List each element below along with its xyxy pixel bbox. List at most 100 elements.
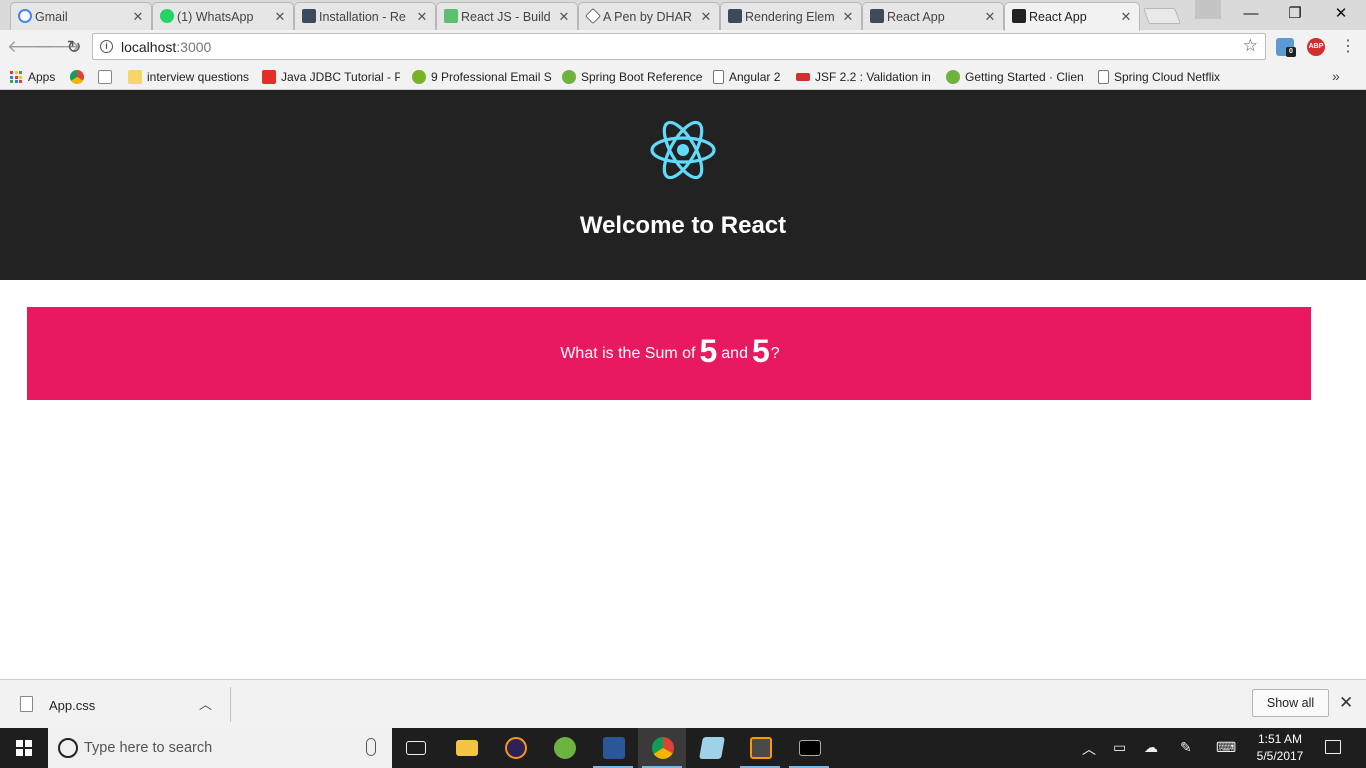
adblock-plus-icon[interactable]: ABP: [1307, 38, 1325, 56]
info-icon[interactable]: i: [100, 40, 113, 53]
chrome-icon[interactable]: [638, 728, 686, 768]
cmd-icon[interactable]: [785, 728, 833, 768]
clock[interactable]: 1:51 AM 5/5/2017: [1250, 731, 1310, 765]
back-button[interactable]: 🡐: [7, 36, 53, 58]
close-icon[interactable]: ✕: [1339, 693, 1353, 713]
browser-menu-icon[interactable]: ⋮: [1340, 36, 1356, 58]
bookmark-apps[interactable]: Apps: [10, 68, 55, 86]
gmail-icon: [18, 9, 32, 23]
search-placeholder: Type here to search: [84, 740, 213, 756]
tab-title: React JS - Build: [461, 9, 551, 24]
extension-badge-icon[interactable]: 0: [1276, 38, 1296, 57]
bookmark-jsf-validation[interactable]: JSF 2.2 : Validation in: [796, 68, 936, 86]
start-button[interactable]: [0, 728, 48, 768]
chevron-up-icon[interactable]: ︿: [1082, 739, 1096, 759]
tab-rendering-elements[interactable]: Rendering Elem ✕: [720, 2, 862, 30]
tab-title: A Pen by DHAR: [603, 9, 692, 24]
tab-react-app-active[interactable]: React App ✕: [1004, 2, 1140, 31]
taskbar-search[interactable]: Type here to search: [48, 728, 392, 768]
spring-icon: [562, 70, 576, 84]
bookmark-getting-started[interactable]: Getting Started · Clien: [946, 68, 1086, 86]
url-text: localhost:3000: [121, 39, 212, 55]
question-banner: What is the Sum of 5 and 5 ?: [27, 307, 1311, 400]
bookmark-chrome[interactable]: [70, 68, 89, 86]
question-conjunction: and: [721, 344, 748, 362]
divider: [230, 687, 231, 722]
tab-installation[interactable]: Installation - Re ✕: [294, 2, 436, 30]
battery-icon[interactable]: ▭: [1113, 739, 1126, 756]
tab-title: Installation - Re: [319, 9, 406, 24]
notepad-icon[interactable]: [687, 728, 735, 768]
bookmarks-overflow-icon[interactable]: »: [1332, 68, 1340, 84]
browser-toolbar: 🡐 🡒 ↻ i localhost:3000 ☆ 0 ABP ⋮: [0, 30, 1366, 64]
page-icon: [1098, 70, 1109, 84]
tab-title: (1) WhatsApp: [177, 9, 254, 24]
tab-whatsapp[interactable]: (1) WhatsApp ✕: [152, 2, 294, 30]
keyboard-icon[interactable]: ⌨: [1216, 739, 1236, 756]
close-icon[interactable]: ✕: [983, 9, 997, 25]
react-icon: [870, 9, 884, 23]
chevron-up-icon[interactable]: ︿: [199, 694, 212, 713]
spring-tool-icon[interactable]: [540, 728, 588, 768]
bookmark-professional-email[interactable]: 9 Professional Email S: [412, 68, 552, 86]
bookmark-interview-questions[interactable]: interview questions: [128, 68, 254, 86]
file-icon: [20, 696, 33, 712]
codepen-icon: [585, 8, 601, 24]
bookmark-bolt[interactable]: [98, 68, 117, 86]
whatsapp-icon: [160, 9, 174, 23]
react-logo-icon: [650, 120, 716, 180]
clock-date: 5/5/2017: [1256, 749, 1304, 763]
reload-button[interactable]: ↻: [63, 36, 85, 58]
yoast-icon: [412, 70, 426, 84]
taskbar: Type here to search ︿ ▭ ☁ ✎ ⌨ 1:51 AM 5/…: [0, 728, 1366, 768]
cloud-icon[interactable]: ☁: [1144, 739, 1158, 756]
bookmark-spring-boot[interactable]: Spring Boot Reference: [562, 68, 702, 86]
close-window-button[interactable]: ✕: [1318, 0, 1364, 30]
new-tab-button[interactable]: [1143, 8, 1181, 24]
close-icon[interactable]: ✕: [1119, 9, 1133, 25]
close-icon[interactable]: ✕: [131, 9, 145, 25]
minimize-button[interactable]: —: [1228, 0, 1274, 30]
tab-react-app[interactable]: React App ✕: [862, 2, 1004, 30]
page-icon: [713, 70, 724, 84]
word-icon[interactable]: [589, 728, 637, 768]
pen-icon[interactable]: ✎: [1180, 739, 1192, 756]
restore-button[interactable]: ❐: [1272, 0, 1318, 30]
bookmark-bolt-icon: [98, 70, 112, 84]
sublime-icon[interactable]: [736, 728, 784, 768]
tutorialspoint-icon: [796, 73, 810, 81]
tab-react-js-build[interactable]: React JS - Build ✕: [436, 2, 578, 30]
close-icon[interactable]: ✕: [699, 9, 713, 25]
cortana-icon: [58, 738, 78, 758]
notification-icon[interactable]: [1325, 740, 1341, 754]
forward-button[interactable]: 🡒: [35, 36, 81, 58]
folder-icon: [128, 70, 142, 84]
eclipse-icon[interactable]: [491, 728, 539, 768]
task-view-icon[interactable]: [392, 728, 440, 768]
question-prefix: What is the Sum of: [560, 344, 696, 362]
bookmark-spring-cloud-netflix[interactable]: Spring Cloud Netflix: [1098, 68, 1220, 86]
microphone-icon[interactable]: [366, 738, 376, 756]
chrome-icon: [70, 70, 84, 84]
tab-gmail[interactable]: Gmail ✕: [10, 2, 152, 30]
file-explorer-icon[interactable]: [442, 728, 490, 768]
profile-button[interactable]: [1195, 0, 1221, 19]
bookmark-java-jdbc[interactable]: Java JDBC Tutorial - P: [262, 68, 400, 86]
close-icon[interactable]: ✕: [415, 9, 429, 25]
bookmark-star-icon[interactable]: ☆: [1243, 36, 1258, 56]
question-number-1: 5: [699, 333, 718, 369]
close-icon[interactable]: ✕: [841, 9, 855, 25]
show-all-button[interactable]: Show all: [1252, 689, 1329, 717]
close-icon[interactable]: ✕: [557, 9, 571, 25]
close-icon[interactable]: ✕: [273, 9, 287, 25]
tab-strip: Gmail ✕ (1) WhatsApp ✕ Installation - Re…: [0, 0, 1366, 31]
download-item[interactable]: App.css: [49, 698, 95, 713]
question-suffix: ?: [770, 344, 780, 362]
bookmarks-bar: Apps interview questions Java JDBC Tutor…: [0, 64, 1366, 90]
apps-grid-icon: [10, 71, 22, 83]
bookmark-angular-2[interactable]: Angular 2: [713, 68, 780, 86]
tab-codepen[interactable]: A Pen by DHAR ✕: [578, 2, 720, 30]
tab-title: React App: [1029, 10, 1087, 24]
address-bar[interactable]: i localhost:3000 ☆: [92, 33, 1266, 60]
spring-icon: [946, 70, 960, 84]
